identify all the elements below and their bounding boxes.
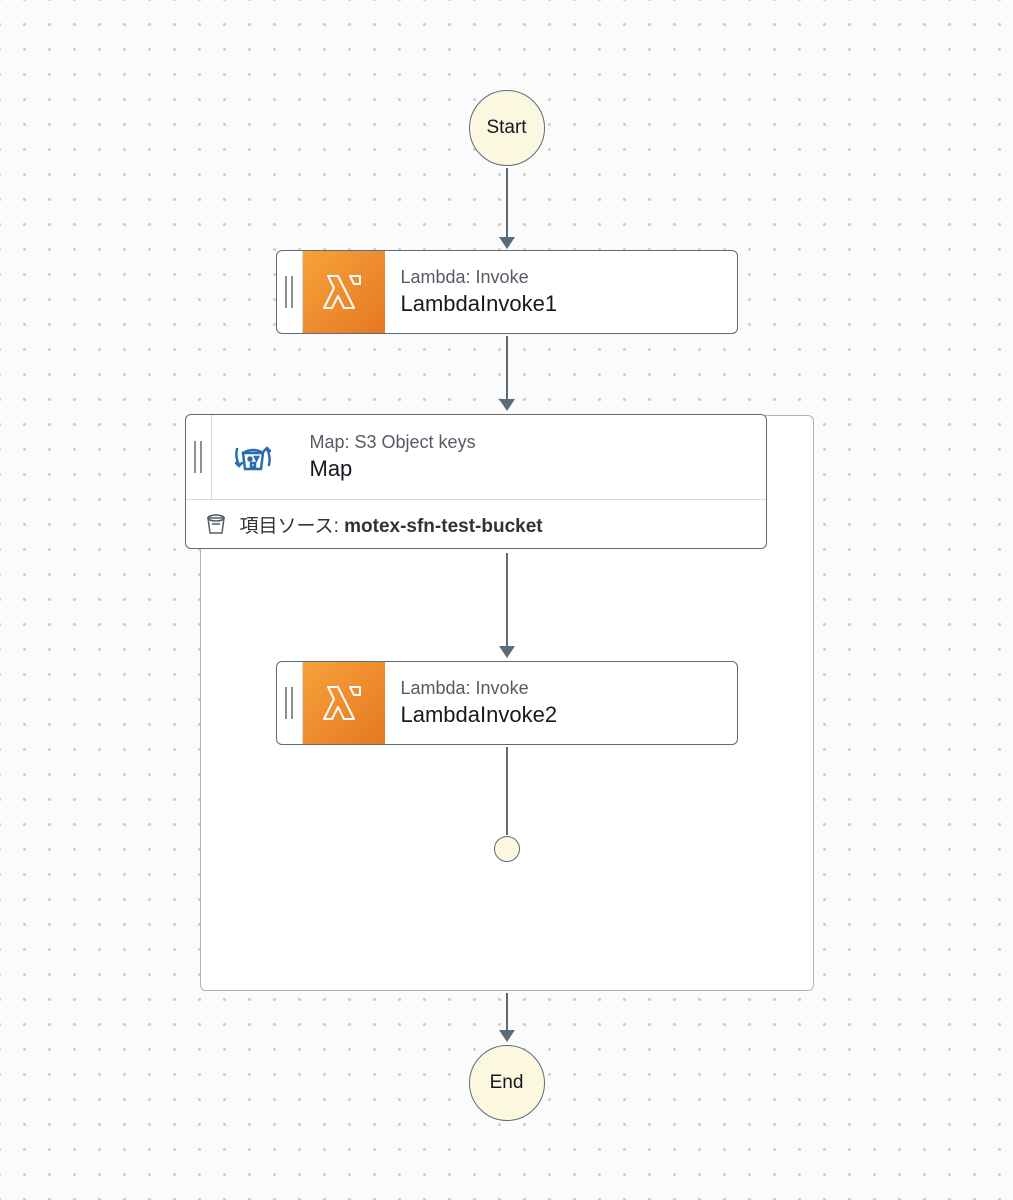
end-label: End — [490, 1072, 524, 1094]
drag-handle[interactable] — [277, 251, 303, 333]
lambda-icon — [303, 251, 385, 333]
node-text: Lambda: Invoke LambdaInvoke1 — [385, 251, 737, 333]
map-node[interactable]: Map: S3 Object keys Map 項目ソース: motex-sfn… — [185, 414, 767, 549]
node-title: LambdaInvoke1 — [401, 291, 721, 317]
lambda-invoke-2-node[interactable]: Lambda: Invoke LambdaInvoke2 — [276, 661, 738, 745]
map-icon — [212, 415, 294, 499]
node-text: Map: S3 Object keys Map — [294, 415, 766, 499]
node-subtitle: Lambda: Invoke — [401, 267, 721, 288]
lambda-icon — [303, 662, 385, 744]
drag-handle[interactable] — [277, 662, 303, 744]
start-node[interactable]: Start — [469, 90, 545, 166]
map-end-circle — [494, 836, 520, 862]
bucket-icon — [202, 510, 230, 538]
connector-arrow — [506, 747, 508, 835]
map-container[interactable]: Map: S3 Object keys Map 項目ソース: motex-sfn… — [200, 415, 814, 991]
lambda-invoke-1-node[interactable]: Lambda: Invoke LambdaInvoke1 — [276, 250, 738, 334]
drag-handle[interactable] — [186, 415, 212, 499]
connector-arrow — [499, 553, 515, 658]
node-subtitle: Lambda: Invoke — [401, 678, 721, 699]
node-title: LambdaInvoke2 — [401, 702, 721, 728]
source-label: 項目ソース: motex-sfn-test-bucket — [240, 511, 543, 538]
connector-arrow — [499, 168, 515, 249]
node-title: Map — [310, 456, 750, 482]
node-subtitle: Map: S3 Object keys — [310, 432, 750, 453]
workflow-canvas[interactable]: Start Lambda: Invoke LambdaInvoke1 — [0, 0, 1013, 1200]
drag-handle-icon — [285, 687, 293, 719]
end-node[interactable]: End — [469, 1045, 545, 1121]
start-label: Start — [486, 117, 526, 139]
drag-handle-icon — [194, 441, 202, 473]
node-text: Lambda: Invoke LambdaInvoke2 — [385, 662, 737, 744]
connector-arrow — [499, 336, 515, 411]
map-source-row: 項目ソース: motex-sfn-test-bucket — [186, 499, 766, 548]
drag-handle-icon — [285, 276, 293, 308]
source-value: motex-sfn-test-bucket — [344, 516, 542, 537]
connector-arrow — [499, 993, 515, 1042]
